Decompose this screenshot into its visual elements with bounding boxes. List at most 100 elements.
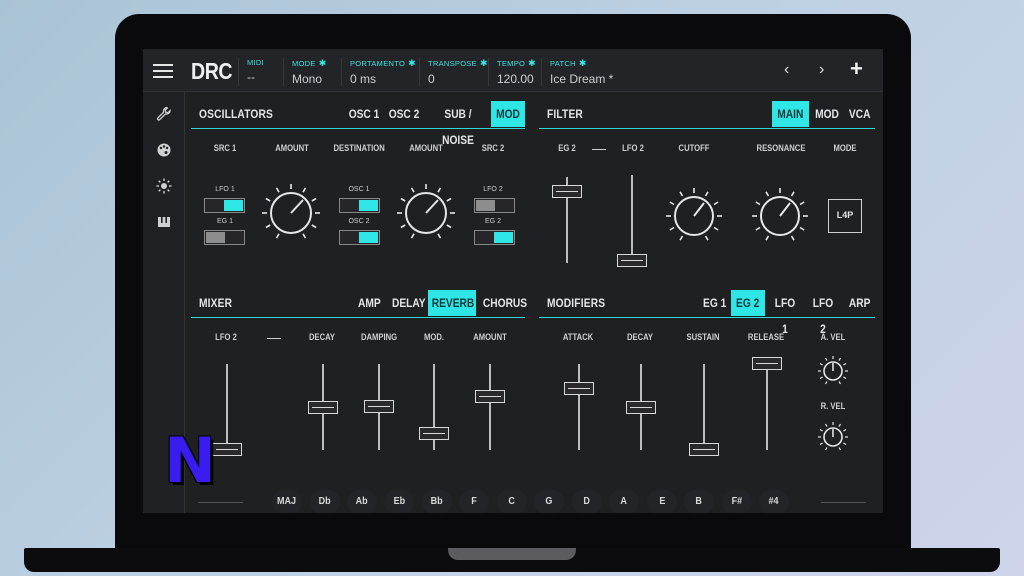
modifiers-rule xyxy=(539,317,875,318)
mode-field[interactable]: MODE ✱ Mono xyxy=(283,58,327,86)
filter-lfo2-track xyxy=(631,175,633,263)
gear-icon[interactable]: ✱ xyxy=(528,58,536,69)
piano-keys-icon[interactable] xyxy=(154,214,174,234)
key-button[interactable]: A xyxy=(609,490,639,513)
mod-col-decay: DECAY xyxy=(626,332,654,342)
wrench-icon[interactable] xyxy=(154,106,174,126)
gear-icon[interactable]: ✱ xyxy=(579,58,587,69)
key-label: E xyxy=(658,496,665,507)
brightness-icon[interactable] xyxy=(154,178,174,198)
tab-amp[interactable]: AMP xyxy=(355,290,383,316)
tab-filter-mod-label: MOD xyxy=(815,107,839,121)
src1-eg1-switch[interactable] xyxy=(204,230,245,245)
key-button[interactable]: G xyxy=(534,490,564,513)
tab-sub-noise[interactable]: SUB / NOISE xyxy=(427,101,489,147)
amount-1-knob[interactable] xyxy=(260,182,322,244)
tab-reverb-label: REVERB xyxy=(431,296,475,310)
key-button[interactable]: #4 xyxy=(759,490,789,513)
release-track xyxy=(766,364,768,450)
tab-delay[interactable]: DELAY xyxy=(389,290,426,316)
key-button[interactable]: D xyxy=(572,490,602,513)
src2-lfo2-switch[interactable] xyxy=(474,198,515,213)
tempo-field[interactable]: TEMPO ✱ 120.00 xyxy=(488,58,536,86)
mode-label: MODE xyxy=(292,59,316,68)
key-button[interactable]: B xyxy=(684,490,714,513)
mod-col-attack: ATTACK xyxy=(562,332,594,342)
key-label: F xyxy=(471,496,477,507)
tab-osc2[interactable]: OSC 2 xyxy=(386,101,422,127)
key-button[interactable]: F xyxy=(459,490,489,513)
key-button[interactable]: MAJ xyxy=(272,490,302,513)
key-button[interactable]: Db xyxy=(310,490,340,513)
mixer-col-decay: DECAY xyxy=(308,332,336,342)
attack-fader[interactable] xyxy=(564,382,594,395)
transpose-field[interactable]: TRANSPOSE ✱ 0 xyxy=(419,58,488,86)
tab-mod[interactable]: MOD xyxy=(491,101,525,127)
gear-icon[interactable]: ✱ xyxy=(408,58,416,69)
tab-lfo1[interactable]: LFO 1 xyxy=(769,290,801,336)
tab-filter-vca[interactable]: VCA xyxy=(845,101,875,127)
key-label: #4 xyxy=(768,496,780,507)
add-patch-button[interactable]: + xyxy=(850,56,863,82)
tab-filter-mod[interactable]: MOD xyxy=(812,101,842,127)
decay-fader[interactable] xyxy=(626,401,656,414)
mixer-decay-fader[interactable] xyxy=(308,401,338,414)
cutoff-knob[interactable] xyxy=(664,186,724,246)
mixer-col-lfo2: LFO 2 xyxy=(215,332,237,342)
midi-field[interactable]: MIDI -- xyxy=(238,58,264,86)
tab-chorus[interactable]: CHORUS xyxy=(479,290,527,316)
portamento-field[interactable]: PORTAMENTO ✱ 0 ms xyxy=(341,58,416,86)
mod-col-r-vel: R. VEL xyxy=(820,401,846,411)
r-vel-knob[interactable] xyxy=(817,421,849,453)
gear-icon[interactable]: ✱ xyxy=(480,58,488,69)
menu-icon[interactable] xyxy=(153,64,173,78)
key-button[interactable]: Ab xyxy=(347,490,377,513)
src1-lfo1-switch[interactable] xyxy=(204,198,245,213)
tab-lfo2[interactable]: LFO 2 xyxy=(807,290,839,336)
tab-eg1-label: EG 1 xyxy=(703,296,727,310)
key-button[interactable]: Eb xyxy=(384,490,414,513)
laptop-hinge xyxy=(448,548,576,560)
midi-value: -- xyxy=(247,70,255,84)
key-button[interactable]: F# xyxy=(722,490,752,513)
filter-lfo2-fader[interactable] xyxy=(617,254,647,267)
next-patch-button[interactable]: › xyxy=(819,61,824,79)
key-button[interactable]: E xyxy=(647,490,677,513)
mixer-mod-fader[interactable] xyxy=(419,427,449,440)
filter-rule xyxy=(539,128,875,129)
sustain-fader[interactable] xyxy=(689,443,719,456)
tab-filter-vca-label: VCA xyxy=(849,107,871,121)
filter-eg2-fader[interactable] xyxy=(552,185,582,198)
amount-2-knob[interactable] xyxy=(395,182,457,244)
tempo-label: TEMPO xyxy=(497,59,526,68)
mixer-col-amount: AMOUNT xyxy=(473,332,507,342)
src2-lfo2-label: LFO 2 xyxy=(483,186,503,193)
key-label: Db xyxy=(318,496,332,507)
key-button[interactable]: Bb xyxy=(422,490,452,513)
a-vel-knob[interactable] xyxy=(817,355,849,387)
dest-osc1-switch[interactable] xyxy=(339,198,380,213)
synth-app-screen: DRC MIDI -- MODE ✱ Mono PORTAMENTO ✱ 0 ms … xyxy=(143,49,883,513)
osc-col-destination: DESTINATION xyxy=(333,143,385,153)
palette-icon[interactable] xyxy=(154,142,174,162)
portamento-label: PORTAMENTO xyxy=(350,59,406,68)
tab-eg1[interactable]: EG 1 xyxy=(701,290,729,316)
key-button[interactable]: C xyxy=(497,490,527,513)
tab-filter-main[interactable]: MAIN xyxy=(772,101,809,127)
mixer-amount-fader[interactable] xyxy=(475,390,505,403)
top-toolbar: DRC MIDI -- MODE ✱ Mono PORTAMENTO ✱ 0 ms … xyxy=(143,49,883,92)
filter-mode-button[interactable]: L4P xyxy=(828,199,862,233)
dest-osc2-switch[interactable] xyxy=(339,230,380,245)
src2-eg2-switch[interactable] xyxy=(474,230,515,245)
tab-eg2[interactable]: EG 2 xyxy=(731,290,765,316)
src2-eg2-label: EG 2 xyxy=(485,218,501,225)
tab-reverb[interactable]: REVERB xyxy=(428,290,476,316)
resonance-knob[interactable] xyxy=(750,186,810,246)
release-fader[interactable] xyxy=(752,357,782,370)
tab-osc1[interactable]: OSC 1 xyxy=(346,101,382,127)
gear-icon[interactable]: ✱ xyxy=(319,58,327,69)
patch-field[interactable]: PATCH ✱ Ice Dream * xyxy=(541,58,613,86)
prev-patch-button[interactable]: ‹ xyxy=(784,61,789,79)
mixer-damping-fader[interactable] xyxy=(364,400,394,413)
tab-arp[interactable]: ARP xyxy=(845,290,875,316)
